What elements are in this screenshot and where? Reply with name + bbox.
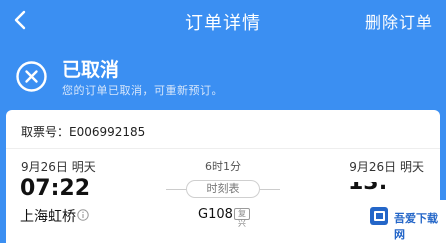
info-icon[interactable] bbox=[77, 209, 89, 221]
schedule-button[interactable]: 时刻表 bbox=[186, 180, 260, 198]
departure-time: 07:22 bbox=[20, 176, 91, 201]
train-number: G108 bbox=[198, 207, 233, 222]
schedule-line-right bbox=[260, 189, 280, 190]
divider bbox=[6, 148, 440, 149]
order-status-description: 您的订单已取消，可重新预订。 bbox=[62, 84, 223, 97]
cancelled-x-icon bbox=[16, 61, 47, 92]
arrival-time: 13:33 bbox=[348, 182, 388, 194]
ticket-number: 取票号：E006992185 bbox=[21, 125, 146, 139]
watermark-text: 吾爱下载网 bbox=[394, 212, 438, 241]
train-type-tag: 复兴 bbox=[234, 208, 250, 228]
top-bar: 订单详情 删除订单 bbox=[0, 0, 446, 42]
watermark-badge: 吾爱下载网 bbox=[362, 200, 446, 243]
departure-station: 上海虹桥 bbox=[20, 209, 76, 225]
order-status-title: 已取消 bbox=[62, 59, 120, 81]
arrival-date: 9月26日 明天 bbox=[349, 160, 424, 174]
arrival-time-clip: 13:33 bbox=[348, 182, 388, 194]
watermark-logo-icon bbox=[370, 207, 388, 225]
schedule-line-left bbox=[166, 189, 186, 190]
delete-order-button[interactable]: 删除订单 bbox=[365, 9, 433, 33]
